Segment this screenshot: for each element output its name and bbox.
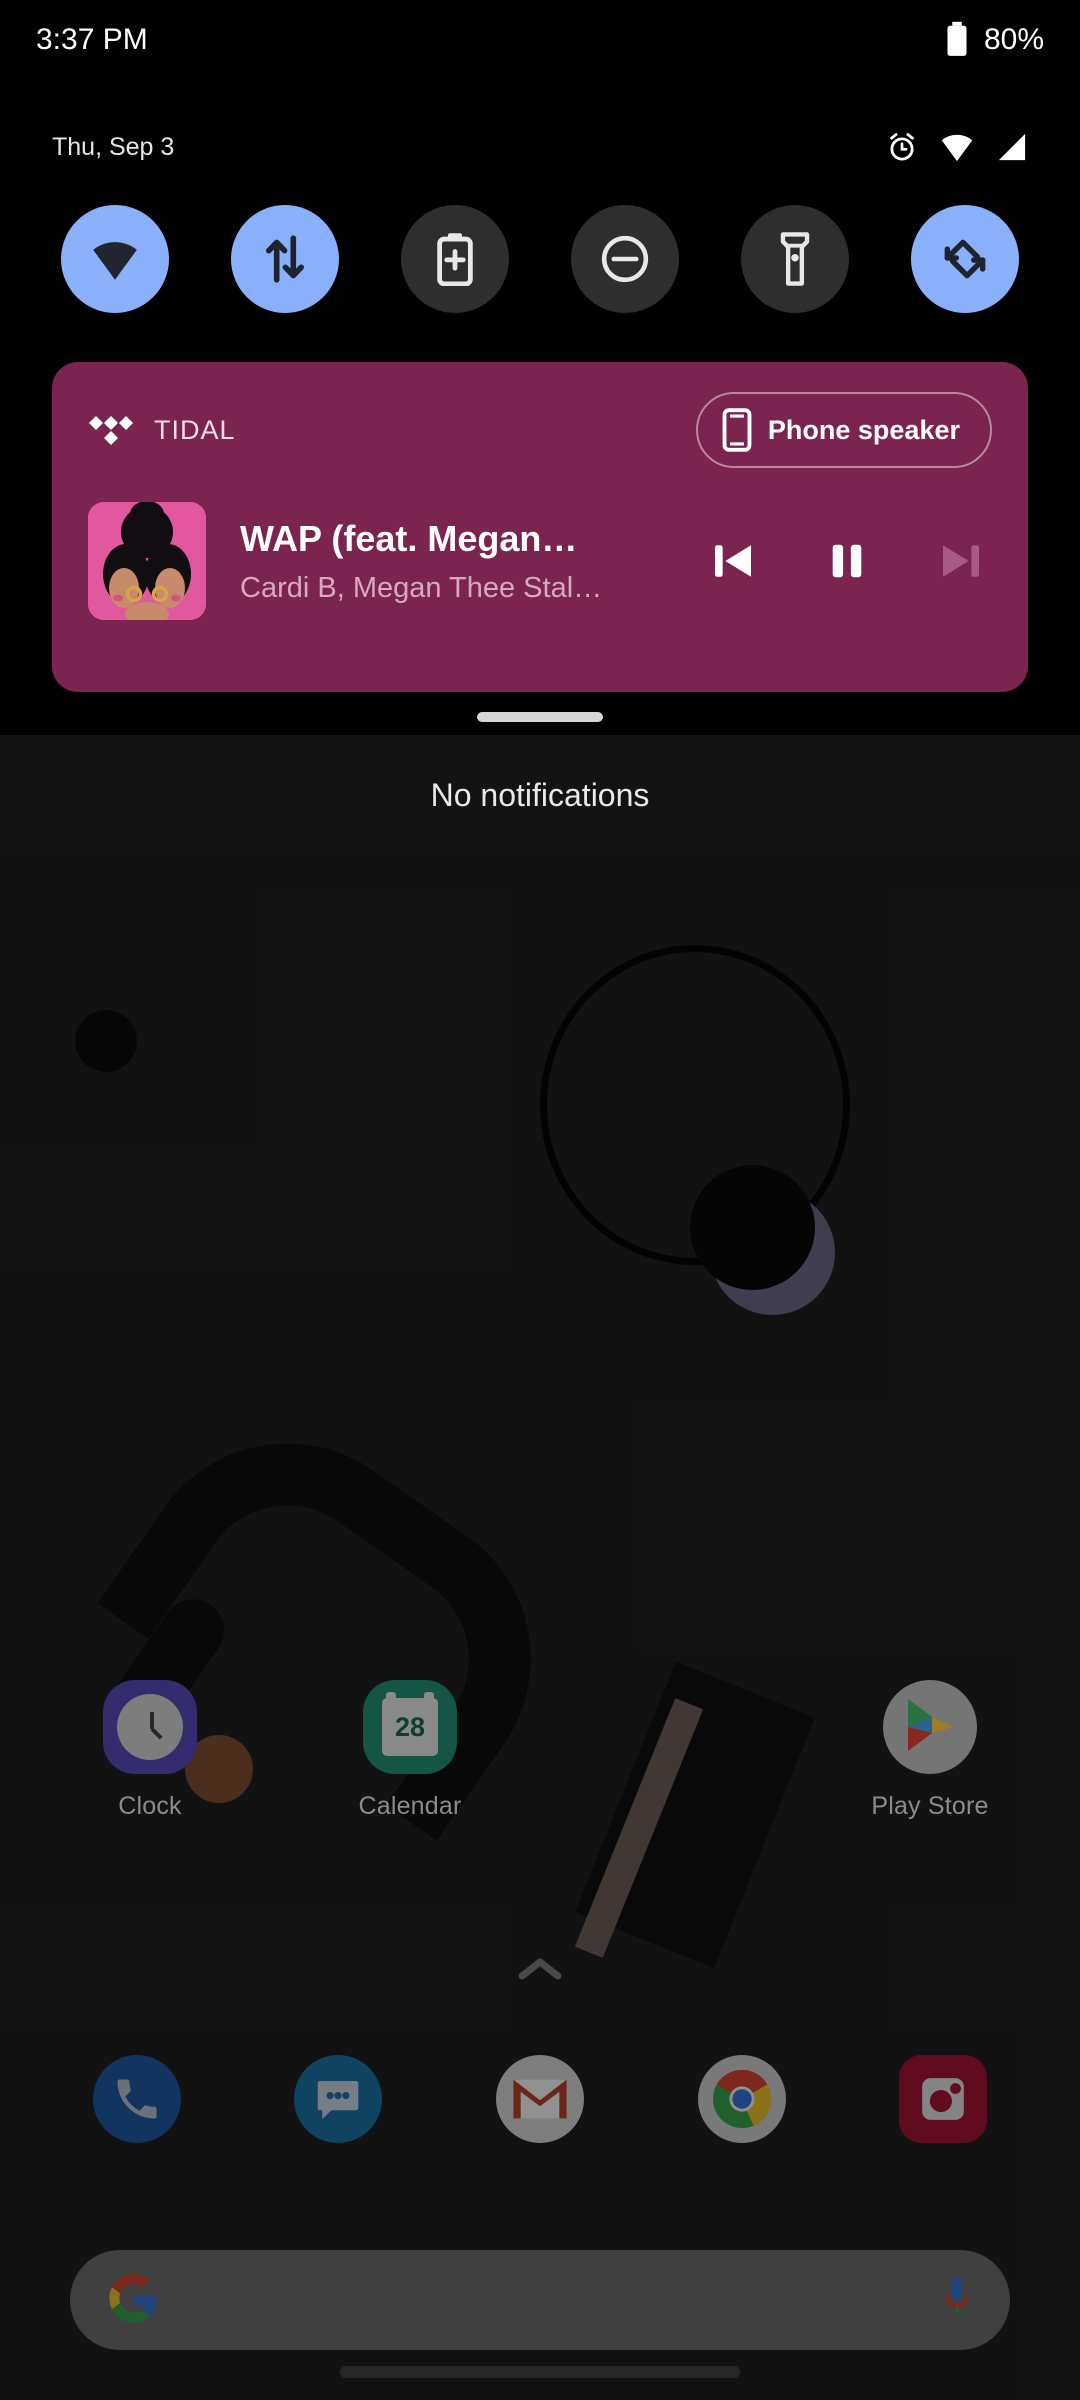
media-track-info: WAP (feat. Megan… Cardi B, Megan Thee St…: [240, 518, 678, 605]
flashlight-icon: [780, 232, 810, 286]
skip-next-icon: [943, 545, 979, 577]
media-transport-controls: [702, 530, 992, 592]
qs-tile-wifi[interactable]: [61, 205, 169, 313]
media-track-artist: Cardi B, Megan Thee Stal…: [240, 571, 603, 604]
alarm-icon: [890, 133, 914, 161]
quick-settings-row: [0, 205, 1080, 313]
pause-icon: [832, 544, 862, 578]
shade-date-label: Thu, Sep 3: [52, 132, 175, 161]
media-track-title: WAP (feat. Megan…: [240, 517, 578, 559]
status-bar: 3:37 PM 80%: [0, 0, 1080, 80]
wifi-icon: [93, 242, 137, 280]
shade-date-row: Thu, Sep 3: [0, 122, 1080, 172]
media-app-name: TIDAL: [154, 414, 236, 445]
auto-rotate-icon: [944, 239, 986, 279]
qs-tile-battery-saver[interactable]: [401, 205, 509, 313]
do-not-disturb-icon: [601, 235, 649, 283]
shade-scrim: [0, 855, 1080, 2400]
phone-speaker-icon: [722, 408, 752, 452]
skip-previous-icon: [715, 545, 751, 577]
tidal-logo-icon: [89, 416, 133, 445]
qs-tile-flashlight[interactable]: [741, 205, 849, 313]
media-next-button[interactable]: [930, 530, 992, 592]
battery-saver-icon: [437, 233, 473, 286]
qs-tile-do-not-disturb[interactable]: [571, 205, 679, 313]
notification-shade: 3:37 PM 80% Thu, Sep 3 TIDAL Phone speak…: [0, 0, 1080, 735]
album-art-graphic: [88, 502, 206, 620]
phone-screen: Clock 28 Calendar Play Store No notifica…: [0, 0, 1080, 2400]
media-pause-button[interactable]: [816, 530, 878, 592]
media-card-body: WAP (feat. Megan… Cardi B, Megan Thee St…: [88, 502, 992, 620]
media-player-card[interactable]: TIDAL Phone speaker WAP (feat. Megan… Ca…: [52, 362, 1028, 692]
media-output-switcher[interactable]: Phone speaker: [695, 392, 992, 468]
no-notifications-area: No notifications: [0, 735, 1080, 855]
wap-album-art: [88, 502, 206, 620]
wifi-icon: [941, 134, 973, 162]
cellular-signal-icon: [998, 133, 1026, 161]
media-output-label: Phone speaker: [767, 414, 960, 445]
qs-tile-mobile-data[interactable]: [231, 205, 339, 313]
battery-icon: [947, 21, 967, 56]
media-previous-button[interactable]: [702, 530, 764, 592]
mobile-data-icon: [265, 235, 305, 283]
no-notifications-label: No notifications: [430, 776, 650, 813]
qs-tile-auto-rotate[interactable]: [911, 205, 1019, 313]
status-bar-clock: 3:37 PM: [36, 23, 148, 56]
battery-percent-label: 80%: [983, 23, 1044, 56]
media-card-header: TIDAL Phone speaker: [88, 392, 992, 468]
shade-drag-handle[interactable]: [477, 712, 603, 722]
status-bar-right: 80%: [944, 21, 1044, 59]
shade-status-icons: [886, 131, 1028, 163]
media-app-identity: TIDAL: [88, 412, 236, 448]
